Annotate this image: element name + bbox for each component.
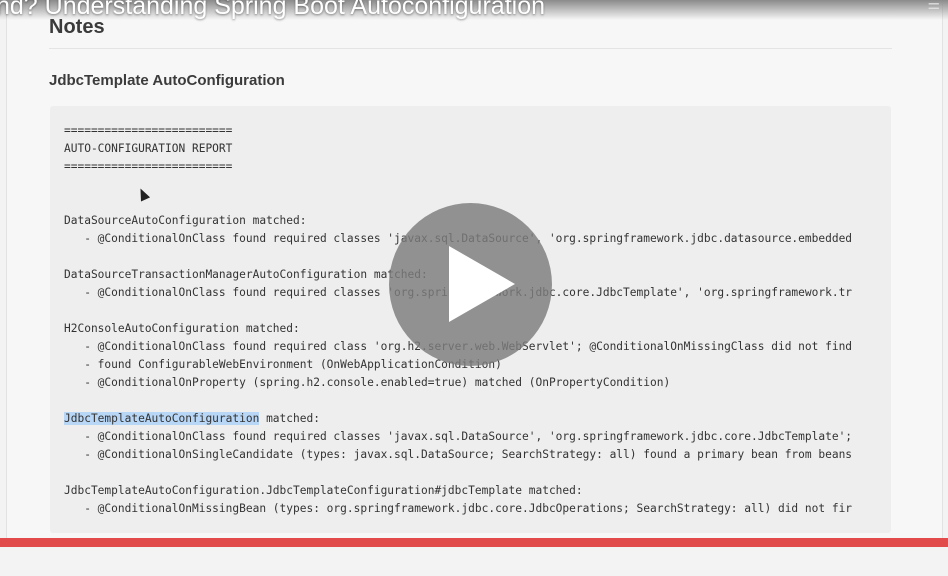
code-line: ========================= — [64, 160, 233, 173]
section-heading: JdbcTemplate AutoConfiguration — [49, 72, 285, 89]
code-line: - @ConditionalOnClass found required cla… — [64, 430, 853, 443]
play-icon — [449, 246, 515, 322]
code-line: - @ConditionalOnSingleCandidate (types: … — [64, 448, 853, 461]
divider — [49, 48, 892, 49]
video-progress-bar[interactable] — [0, 538, 948, 547]
code-line: ========================= — [64, 124, 233, 137]
code-line-highlighted[interactable]: JdbcTemplateAutoConfiguration matched: — [64, 410, 852, 428]
code-line: JdbcTemplateAutoConfiguration.JdbcTempla… — [64, 484, 583, 497]
code-line: - @ConditionalOnMissingBean (types: org.… — [64, 502, 853, 515]
video-title[interactable]: nd? Understanding Spring Boot Autoconfig… — [0, 0, 545, 21]
text-selection-highlight[interactable]: JdbcTemplateAutoConfiguration — [64, 412, 260, 425]
code-line-rest: matched: — [259, 412, 320, 425]
code-line: - @ConditionalOnProperty (spring.h2.cons… — [64, 376, 671, 389]
player-bottom-strip — [0, 547, 948, 576]
play-button[interactable] — [389, 203, 552, 366]
menu-icon[interactable]: ☰ — [927, 0, 940, 13]
code-line: AUTO-CONFIGURATION REPORT — [64, 142, 233, 155]
